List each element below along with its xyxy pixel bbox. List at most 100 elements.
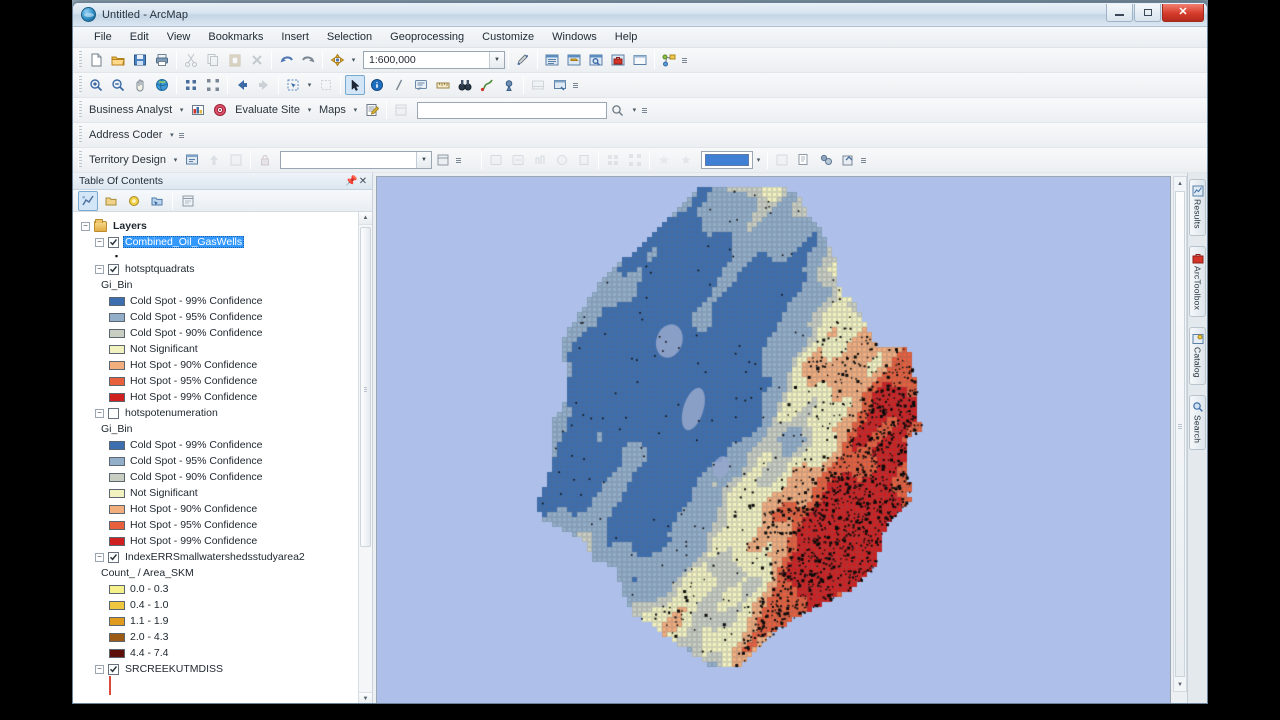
menu-help[interactable]: Help xyxy=(606,29,647,45)
model-builder-button[interactable] xyxy=(659,50,679,70)
ba-toolbar-overflow[interactable] xyxy=(640,100,649,120)
add-data-dropdown[interactable]: ▾ xyxy=(348,50,359,70)
layer-visibility-checkbox[interactable] xyxy=(108,407,119,419)
clear-selection-button[interactable] xyxy=(316,75,336,95)
menu-edit[interactable]: Edit xyxy=(121,29,158,45)
menu-geoprocessing[interactable]: Geoprocessing xyxy=(381,29,473,45)
find-route-button[interactable] xyxy=(477,75,497,95)
maps-menu[interactable]: Maps xyxy=(315,104,350,116)
toc-scroll-down[interactable]: ▼ xyxy=(359,692,372,703)
toolbar-grip[interactable] xyxy=(78,101,82,119)
list-by-source-button[interactable] xyxy=(101,191,121,211)
go-to-xy-button[interactable] xyxy=(499,75,519,95)
toc-scrollbar[interactable]: ▲ ▼ xyxy=(358,212,372,703)
td-tool-4-button[interactable] xyxy=(552,150,572,170)
dock-tab-catalog[interactable]: Catalog xyxy=(1189,326,1206,385)
pan-hand-button[interactable] xyxy=(130,75,150,95)
td-overflow-1[interactable] xyxy=(454,150,463,170)
ba-catalog-button[interactable] xyxy=(391,100,411,120)
fixed-zoom-in-button[interactable] xyxy=(181,75,201,95)
full-extent-globe-button[interactable] xyxy=(152,75,172,95)
python-window-button[interactable] xyxy=(630,50,650,70)
time-slider-button[interactable] xyxy=(528,75,548,95)
toc-layer-node[interactable]: − Combined_Oil_GasWells xyxy=(81,234,372,250)
toc-root-node[interactable]: − Layers xyxy=(81,218,372,234)
td-dataset-dropdown-arrow[interactable]: ▼ xyxy=(416,152,432,168)
td-color-dropdown[interactable]: ▾ xyxy=(753,150,764,170)
undo-button[interactable] xyxy=(276,50,296,70)
hyperlink-button[interactable] xyxy=(389,75,409,95)
td-lock-button[interactable] xyxy=(255,150,275,170)
expander-icon[interactable]: − xyxy=(95,664,104,674)
cut-button[interactable] xyxy=(181,50,201,70)
redo-button[interactable] xyxy=(298,50,318,70)
search-window-button[interactable] xyxy=(586,50,606,70)
toc-scroll-up[interactable]: ▲ xyxy=(359,212,372,225)
create-viewer-button[interactable] xyxy=(550,75,570,95)
td-tool-2-button[interactable] xyxy=(508,150,528,170)
ba-search-input[interactable] xyxy=(416,101,607,119)
expander-icon[interactable]: − xyxy=(95,237,104,247)
td-overflow-2[interactable] xyxy=(859,150,868,170)
zoom-out-button[interactable] xyxy=(108,75,128,95)
new-map-button[interactable] xyxy=(86,50,106,70)
expander-icon[interactable]: − xyxy=(81,221,90,231)
list-by-drawing-order-button[interactable] xyxy=(78,190,98,211)
catalog-window-button[interactable] xyxy=(564,50,584,70)
layer-visibility-checkbox[interactable] xyxy=(108,663,119,675)
toc-window-button[interactable] xyxy=(542,50,562,70)
go-back-extent-button[interactable] xyxy=(232,75,252,95)
add-data-button[interactable] xyxy=(327,50,347,70)
toolbar-grip[interactable] xyxy=(78,126,82,144)
td-print-button[interactable] xyxy=(772,150,792,170)
zoom-in-button[interactable] xyxy=(86,75,106,95)
territory-design-menu[interactable]: Territory Design xyxy=(85,154,170,166)
menu-windows[interactable]: Windows xyxy=(543,29,606,45)
map-scroll-up[interactable]: ▲ xyxy=(1174,177,1186,190)
map-view[interactable] xyxy=(376,176,1171,703)
restore-button[interactable] xyxy=(1134,4,1161,22)
business-analyst-dropdown[interactable]: ▾ xyxy=(176,100,187,120)
td-share-button[interactable] xyxy=(816,150,836,170)
list-by-visibility-button[interactable] xyxy=(124,191,144,211)
menu-bookmarks[interactable]: Bookmarks xyxy=(199,29,272,45)
menu-file[interactable]: File xyxy=(85,29,121,45)
map-vertical-scrollbar[interactable]: ▲ ▼ xyxy=(1173,176,1187,692)
toc-layer-node[interactable]: − SRCREEKUTMDISS xyxy=(81,661,372,677)
ba-search-dropdown[interactable]: ▾ xyxy=(629,100,640,120)
delete-x-button[interactable] xyxy=(247,50,267,70)
td-star-1-button[interactable] xyxy=(654,150,674,170)
menu-customize[interactable]: Customize xyxy=(473,29,543,45)
td-copy-button[interactable] xyxy=(794,150,814,170)
toc-layer-node[interactable]: − hotsptquadrats xyxy=(81,261,372,277)
measure-button[interactable] xyxy=(433,75,453,95)
close-button[interactable]: ✕ xyxy=(1162,4,1204,22)
save-button[interactable] xyxy=(130,50,150,70)
arctoolbox-window-button[interactable] xyxy=(608,50,628,70)
menu-insert[interactable]: Insert xyxy=(272,29,318,45)
toc-layer-node[interactable]: − IndexERRSmallwatershedsstudyarea2 xyxy=(81,549,372,565)
list-by-selection-button[interactable] xyxy=(147,191,167,211)
tools-toolbar-overflow[interactable] xyxy=(571,75,580,95)
menu-selection[interactable]: Selection xyxy=(318,29,381,45)
standard-toolbar-overflow[interactable] xyxy=(680,50,689,70)
td-star-2-button[interactable] xyxy=(676,150,696,170)
dock-tab-search[interactable]: Search xyxy=(1189,394,1206,450)
binoculars-find-button[interactable] xyxy=(455,75,475,95)
td-tool-5-button[interactable] xyxy=(574,150,594,170)
toolbar-grip[interactable] xyxy=(78,51,82,69)
td-align-1-button[interactable] xyxy=(603,150,623,170)
td-properties-button[interactable] xyxy=(433,150,453,170)
td-edit-button[interactable] xyxy=(226,150,246,170)
paste-button[interactable] xyxy=(225,50,245,70)
toc-layer-node[interactable]: − hotspotenumeration xyxy=(81,405,372,421)
ba-target-button[interactable] xyxy=(210,100,230,120)
menu-view[interactable]: View xyxy=(158,29,200,45)
evaluate-site-menu[interactable]: Evaluate Site xyxy=(231,104,304,116)
td-tool-1-button[interactable] xyxy=(486,150,506,170)
address-coder-overflow[interactable] xyxy=(177,125,186,145)
evaluate-site-dropdown[interactable]: ▾ xyxy=(304,100,315,120)
expander-icon[interactable]: − xyxy=(95,264,104,274)
dock-tab-results[interactable]: Results xyxy=(1189,179,1206,236)
business-analyst-menu[interactable]: Business Analyst xyxy=(85,104,176,116)
